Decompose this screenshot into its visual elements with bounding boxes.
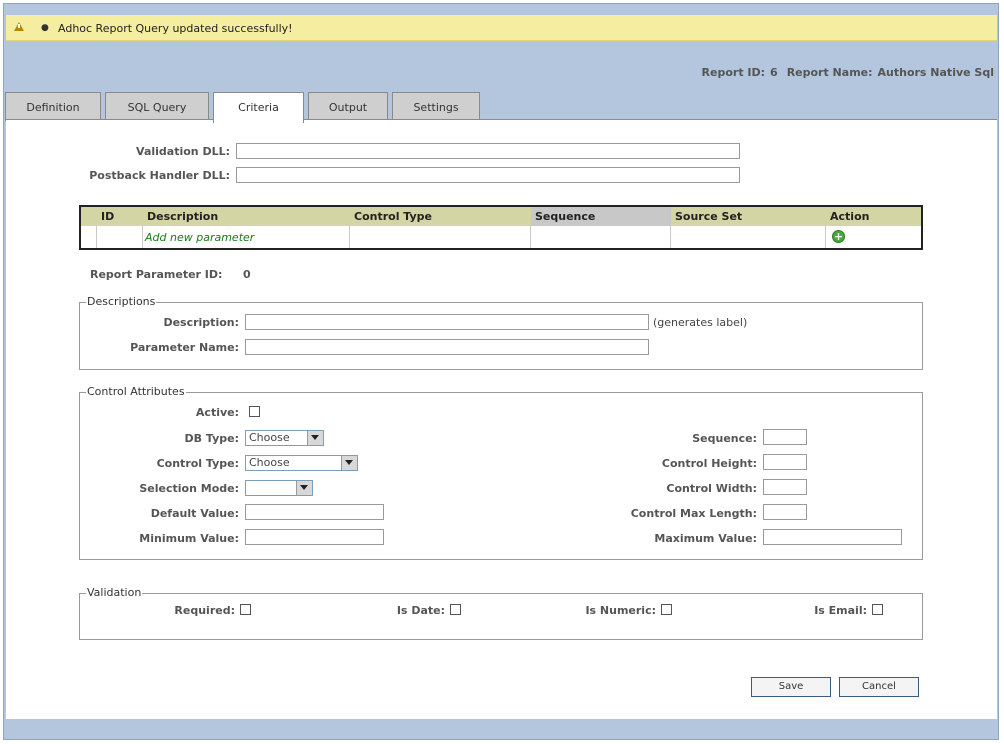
report-id-label: Report ID: [701,66,766,79]
notice-bullet: ● [41,23,49,33]
tab-output[interactable]: Output [308,92,388,121]
grid-divider [142,226,143,248]
grid-divider [670,226,671,248]
is-date-label: Is Date: [396,604,445,617]
report-name-label: Report Name: [786,66,873,79]
add-circle-icon[interactable]: + [832,230,845,243]
grid-column-description[interactable]: Description [143,207,350,226]
description-label: Description: [163,316,239,329]
report-parameter-id-value: 0 [243,268,251,281]
tab-criteria[interactable]: Criteria [213,92,304,123]
grid-column-source-set[interactable]: Source Set [671,207,826,226]
postback-dll-input[interactable] [236,167,740,183]
parameter-name-label: Parameter Name: [130,341,239,354]
success-notice: ● Adhoc Report Query updated successfull… [6,15,997,41]
control-width-label: Control Width: [666,482,757,495]
grid-column-id[interactable]: ID [97,207,143,226]
active-checkbox[interactable] [249,406,260,417]
cancel-button[interactable]: Cancel [839,677,919,697]
grid-column-control-type[interactable]: Control Type [350,207,531,226]
warning-icon-mark [18,24,20,28]
report-id-value: 6 [770,66,778,79]
control-attributes-legend: Control Attributes [86,385,186,398]
grid-column-sequence[interactable]: Sequence [531,207,671,226]
report-parameter-id-label: Report Parameter ID: [90,268,223,281]
is-email-checkbox[interactable] [872,604,883,615]
maximum-value-input[interactable] [763,529,902,545]
descriptions-legend: Descriptions [86,295,157,308]
control-type-label: Control Type: [156,457,239,470]
chevron-down-icon[interactable] [296,481,312,495]
grid-divider [96,226,97,248]
save-button[interactable]: Save [751,677,831,697]
chevron-down-icon[interactable] [307,431,323,445]
grid-divider [349,226,350,248]
descriptions-fieldset: Descriptions [79,295,923,370]
is-numeric-checkbox[interactable] [661,604,672,615]
grid-column-action[interactable]: Action [826,207,921,226]
postback-dll-label: Postback Handler DLL: [89,169,230,182]
tab-definition[interactable]: Definition [5,92,101,121]
default-value-label: Default Value: [150,507,239,520]
control-width-input[interactable] [763,479,807,495]
is-email-label: Is Email: [814,604,867,617]
validation-dll-input[interactable] [236,143,740,159]
grid-divider [530,226,531,248]
required-checkbox[interactable] [240,604,251,615]
sequence-label: Sequence: [692,432,757,445]
control-type-select[interactable]: Choose [245,455,358,471]
notice-message: Adhoc Report Query updated successfully! [58,22,293,35]
tab-sql-query[interactable]: SQL Query [105,92,209,121]
control-type-value: Choose [249,456,290,469]
is-numeric-label: Is Numeric: [585,604,656,617]
report-info: Report ID: 6 Report Name: Authors Native Sq… [702,66,994,79]
description-input[interactable] [245,314,649,330]
control-max-length-label: Control Max Length: [630,507,757,520]
chevron-down-icon[interactable] [341,456,357,470]
db-type-select[interactable]: Choose [245,430,324,446]
active-label: Active: [195,406,239,419]
db-type-value: Choose [249,431,290,444]
sequence-input[interactable] [763,429,807,445]
report-name-value: Authors Native Sql [877,66,994,79]
grid-divider [825,226,826,248]
minimum-value-label: Minimum Value: [139,532,239,545]
minimum-value-input[interactable] [245,529,384,545]
description-hint: (generates label) [653,316,748,329]
maximum-value-label: Maximum Value: [654,532,757,545]
validation-legend: Validation [86,586,143,599]
validation-dll-label: Validation DLL: [136,145,230,158]
selection-mode-label: Selection Mode: [139,482,239,495]
tab-settings[interactable]: Settings [392,92,480,121]
control-height-label: Control Height: [661,457,757,470]
required-label: Required: [174,604,235,617]
control-max-length-input[interactable] [763,504,807,520]
default-value-input[interactable] [245,504,384,520]
is-date-checkbox[interactable] [450,604,461,615]
db-type-label: DB Type: [184,432,239,445]
control-height-input[interactable] [763,454,807,470]
parameters-grid: ID Description Control Type Sequence Sou… [79,205,923,250]
parameter-name-input[interactable] [245,339,649,355]
selection-mode-select[interactable] [245,480,313,496]
add-new-parameter-link[interactable]: Add new parameter [145,231,254,244]
